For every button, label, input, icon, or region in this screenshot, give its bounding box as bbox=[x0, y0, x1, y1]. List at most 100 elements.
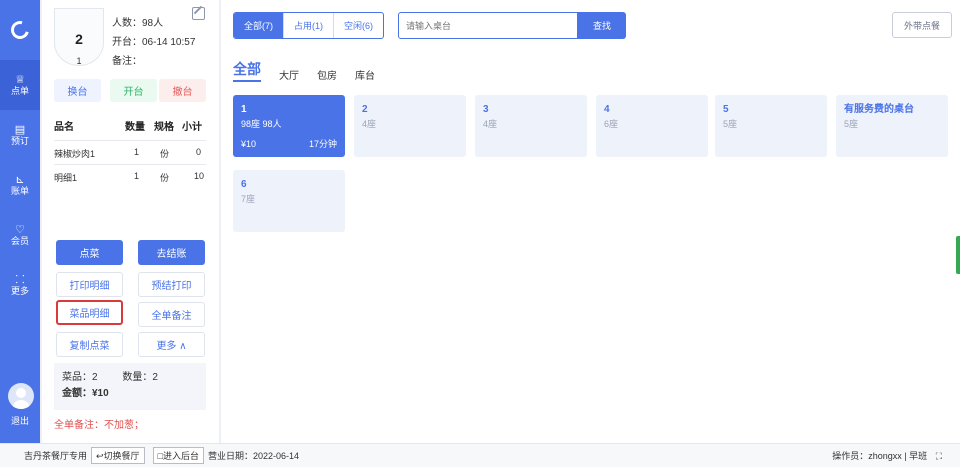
table-tile[interactable]: 6 7座 bbox=[233, 170, 345, 232]
nav-item-order[interactable]: ♕ 点单 bbox=[0, 60, 40, 110]
tile-seats: 5座 bbox=[723, 119, 738, 129]
table-tile[interactable]: 1 98座 98人 ¥10 17分钟 bbox=[233, 95, 345, 157]
swap-table-button[interactable]: 换台 bbox=[54, 79, 101, 102]
col-qty: 数量 bbox=[125, 122, 145, 133]
shift-name: 早班 bbox=[909, 451, 928, 461]
open-table-button[interactable]: 开台 bbox=[110, 79, 157, 102]
print-detail-button[interactable]: 打印明细 bbox=[56, 272, 123, 297]
item-unit: 份 bbox=[160, 173, 170, 183]
backend-button[interactable]: □进入后台 bbox=[152, 447, 204, 464]
table-sub: 1 bbox=[76, 56, 82, 66]
bell-icon: ♕ bbox=[15, 73, 25, 86]
nav-item-bills[interactable]: ⊾ 账单 bbox=[0, 160, 40, 210]
edit-icon[interactable] bbox=[192, 7, 205, 20]
order-note: 全单备注：不加葱； bbox=[54, 420, 144, 431]
order-panel: 2 1 人数：98人 开台：06-14 10:57 备注： 换台 开台 撤台 品… bbox=[42, 0, 219, 443]
col-subtotal: 小计 bbox=[182, 122, 202, 133]
filter-occupied[interactable]: 占用(1) bbox=[284, 13, 334, 38]
item-subtotal: 0 bbox=[196, 147, 202, 157]
status-filter: 全部(7) 占用(1) 空闲(6) bbox=[233, 12, 384, 39]
nav-label: 账单 bbox=[10, 185, 29, 196]
table-board: 全部(7) 占用(1) 空闲(6) 查找 外带点餐 全部 大厅 包房 库台 1 … bbox=[221, 0, 960, 443]
item-qty: 1 bbox=[134, 171, 140, 181]
more-button[interactable]: 更多 ∧ bbox=[138, 332, 205, 357]
table-remark: 备注： bbox=[112, 56, 142, 67]
fullscreen-icon[interactable]: ⛶ bbox=[936, 451, 942, 461]
dish-detail-button[interactable]: 菜品明细 bbox=[56, 300, 123, 325]
item-name: 辣椒炒肉1 bbox=[54, 149, 96, 159]
nav-item-members[interactable]: ♡ 会员 bbox=[0, 210, 40, 260]
nav-item-reserve[interactable]: ▤ 预订 bbox=[0, 110, 40, 160]
whole-note-button[interactable]: 全单备注 bbox=[138, 302, 205, 327]
qty-count: 数量：2 bbox=[122, 372, 158, 383]
table-tile[interactable]: 5 5座 bbox=[715, 95, 827, 157]
tile-number: 5 bbox=[723, 104, 729, 115]
current-table-card: 2 1 bbox=[54, 8, 104, 66]
nav-label: 更多 bbox=[10, 285, 29, 296]
dish-count: 菜品：2 bbox=[62, 372, 98, 383]
divider bbox=[54, 140, 206, 141]
operator-name: 操作员：zhongxx bbox=[832, 451, 902, 461]
book-icon: ▤ bbox=[14, 123, 26, 136]
nav-label: 会员 bbox=[10, 235, 29, 246]
tile-time: 17分钟 bbox=[308, 139, 337, 149]
operator-info: 操作员：zhongxx | 早班 ⛶ bbox=[832, 451, 942, 461]
logout-button[interactable]: 退出 bbox=[0, 414, 40, 427]
side-drawer-handle[interactable] bbox=[956, 236, 960, 274]
tile-number: 4 bbox=[604, 104, 610, 115]
item-unit: 份 bbox=[160, 149, 170, 159]
nav-item-more[interactable]: ⸬ 更多 bbox=[0, 260, 40, 310]
copy-order-button[interactable]: 复制点菜 bbox=[56, 332, 123, 357]
table-tile[interactable]: 有服务费的桌台 5座 bbox=[836, 95, 948, 157]
tab-hall[interactable]: 大厅 bbox=[279, 67, 299, 82]
takeaway-button[interactable]: 外带点餐 bbox=[892, 12, 952, 38]
col-spec: 规格 bbox=[154, 122, 174, 133]
order-summary: 菜品：2 数量：2 金额：¥10 bbox=[54, 363, 206, 410]
pre-print-button[interactable]: 预结打印 bbox=[138, 272, 205, 297]
tab-all[interactable]: 全部 bbox=[233, 59, 261, 82]
tile-seats: 7座 bbox=[241, 194, 256, 204]
order-grid-header: 品名 数量 规格 小计 bbox=[54, 118, 206, 134]
filter-all[interactable]: 全部(7) bbox=[234, 13, 284, 38]
heart-icon: ♡ bbox=[15, 223, 25, 236]
restaurant-name: 吉丹茶餐厅专用 bbox=[24, 451, 88, 461]
nav-label: 预订 bbox=[10, 135, 29, 146]
nav-label: 点单 bbox=[10, 85, 29, 96]
status-bar: 吉丹茶餐厅专用 ↩切换餐厅 □进入后台 营业日期：2022-06-14 操作员：… bbox=[0, 443, 960, 467]
area-tabs: 全部 大厅 包房 库台 bbox=[233, 59, 393, 82]
item-name: 明细1 bbox=[54, 173, 78, 183]
nav-rail: ♕ 点单 ▤ 预订 ⊾ 账单 ♡ 会员 ⸬ 更多 退出 bbox=[0, 0, 40, 443]
tab-rooms[interactable]: 包房 bbox=[317, 67, 337, 82]
tile-seats: 5座 bbox=[844, 119, 859, 129]
tile-seats: 4座 bbox=[362, 119, 377, 129]
table-tile[interactable]: 3 4座 bbox=[475, 95, 587, 157]
tile-number: 2 bbox=[362, 104, 368, 115]
table-number: 2 bbox=[75, 31, 83, 47]
tab-counter[interactable]: 库台 bbox=[355, 67, 375, 82]
chart-icon: ⊾ bbox=[15, 173, 25, 186]
order-row[interactable]: 辣椒炒肉1 1 份 0 bbox=[54, 147, 206, 163]
tile-guests: 98人 bbox=[262, 119, 282, 129]
open-time: 开台：06-14 10:57 bbox=[112, 37, 196, 48]
table-tile[interactable]: 2 4座 bbox=[354, 95, 466, 157]
guest-count: 人数：98人 bbox=[112, 18, 164, 29]
order-dish-button[interactable]: 点菜 bbox=[56, 240, 123, 265]
switch-store-button[interactable]: ↩切换餐厅 bbox=[91, 447, 145, 464]
filter-free[interactable]: 空闲(6) bbox=[334, 13, 383, 38]
tile-number: 有服务费的桌台 bbox=[844, 104, 914, 115]
item-subtotal: 10 bbox=[194, 171, 205, 181]
tile-seats: 4座 bbox=[483, 119, 498, 129]
grid-icon: ⸬ bbox=[15, 273, 25, 286]
clear-table-button[interactable]: 撤台 bbox=[159, 79, 206, 102]
table-tile[interactable]: 4 6座 bbox=[596, 95, 708, 157]
app-logo bbox=[0, 0, 40, 60]
table-info: 人数：98人 开台：06-14 10:57 备注： bbox=[112, 14, 195, 71]
divider bbox=[54, 164, 206, 165]
order-amount: 金额：¥10 bbox=[62, 388, 109, 399]
avatar[interactable] bbox=[8, 383, 34, 409]
checkout-button[interactable]: 去结账 bbox=[138, 240, 205, 265]
tile-amount: ¥10 bbox=[241, 139, 257, 149]
order-row[interactable]: 明细1 1 份 10 bbox=[54, 171, 206, 187]
table-search-input[interactable] bbox=[398, 12, 578, 39]
search-button[interactable]: 查找 bbox=[578, 12, 626, 39]
